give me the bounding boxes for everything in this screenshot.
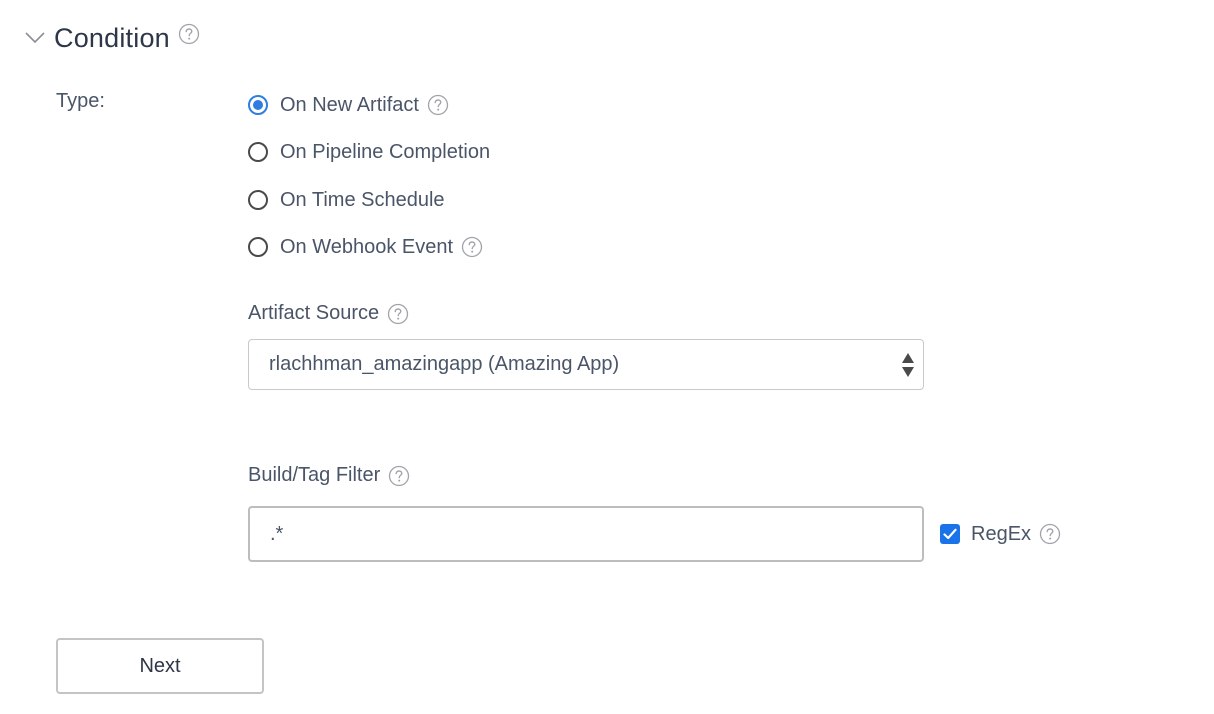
- help-icon[interactable]: [388, 465, 410, 487]
- radio-option-on-time-schedule[interactable]: On Time Schedule: [248, 183, 498, 217]
- section-title: Condition: [54, 22, 170, 53]
- radio-label: On Pipeline Completion: [280, 140, 491, 163]
- chevron-down-icon[interactable]: [24, 27, 46, 49]
- checkmark-icon: [943, 528, 957, 540]
- regex-checkbox[interactable]: [940, 524, 960, 544]
- help-icon[interactable]: [387, 303, 409, 325]
- radio-option-on-new-artifact[interactable]: On New Artifact: [248, 88, 498, 122]
- radio-label: On New Artifact: [280, 93, 419, 116]
- help-icon[interactable]: [178, 23, 200, 45]
- help-icon[interactable]: [1039, 523, 1061, 545]
- sort-arrows-icon: [901, 350, 915, 380]
- radio-button[interactable]: [248, 237, 268, 257]
- regex-label: RegEx: [971, 522, 1032, 545]
- radio-label: On Webhook Event: [280, 235, 454, 258]
- radio-option-on-webhook-event[interactable]: On Webhook Event: [248, 230, 498, 264]
- artifact-source-select[interactable]: rlachhman_amazingapp (Amazing App): [248, 339, 924, 390]
- radio-label: On Time Schedule: [280, 188, 445, 211]
- radio-button[interactable]: [248, 190, 268, 210]
- radio-option-on-pipeline-completion[interactable]: On Pipeline Completion: [248, 135, 498, 169]
- trigger-condition-panel: Condition Type: On New Artifact On Pipel…: [0, 0, 1214, 714]
- next-button[interactable]: Next: [56, 638, 264, 694]
- help-icon[interactable]: [461, 236, 483, 258]
- artifact-source-label-row: Artifact Source: [248, 302, 409, 325]
- type-label: Type:: [56, 90, 105, 112]
- radio-button-selected[interactable]: [248, 95, 268, 115]
- build-tag-filter-label-row: Build/Tag Filter: [248, 464, 410, 487]
- build-tag-filter-label: Build/Tag Filter: [248, 464, 381, 486]
- radio-button[interactable]: [248, 142, 268, 162]
- build-tag-filter-input[interactable]: [248, 506, 924, 562]
- regex-option: RegEx: [940, 521, 1061, 547]
- condition-section-header[interactable]: Condition: [24, 18, 200, 58]
- help-icon[interactable]: [427, 94, 449, 116]
- artifact-source-selected-value: rlachhman_amazingapp (Amazing App): [269, 353, 620, 375]
- artifact-source-label: Artifact Source: [248, 302, 380, 324]
- trigger-type-radio-group: On New Artifact On Pipeline Completion O…: [248, 88, 498, 277]
